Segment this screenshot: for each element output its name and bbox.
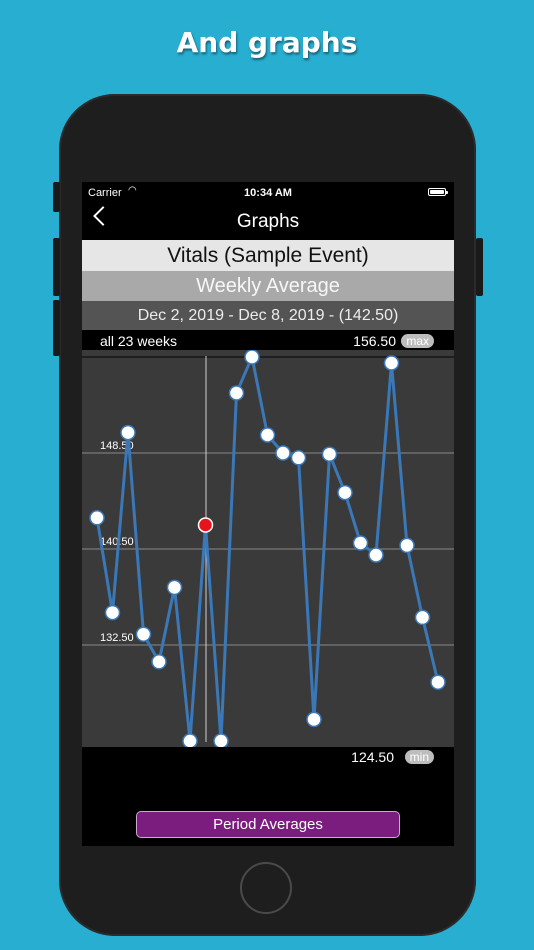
selected-range: Dec 2, 2019 - Dec 8, 2019 - (142.50) bbox=[82, 301, 454, 330]
data-point[interactable] bbox=[120, 424, 136, 441]
volume-up-button bbox=[53, 238, 60, 296]
data-point[interactable] bbox=[213, 733, 229, 747]
data-point[interactable] bbox=[166, 579, 183, 596]
data-point[interactable] bbox=[414, 609, 431, 626]
data-point[interactable] bbox=[368, 547, 384, 563]
status-bar: Carrier ◠ 10:34 AM bbox=[82, 182, 454, 202]
range-label: all 23 weeks bbox=[100, 333, 178, 349]
mode-label: Weekly Average bbox=[82, 271, 454, 301]
volume-down-button bbox=[53, 300, 60, 356]
data-point[interactable] bbox=[151, 654, 167, 670]
battery-icon bbox=[428, 188, 448, 196]
data-point[interactable] bbox=[430, 674, 446, 690]
phone-screen: Carrier ◠ 10:34 AM Graphs Vitals (Sample… bbox=[82, 182, 454, 846]
status-time: 10:34 AM bbox=[244, 187, 292, 199]
data-point[interactable] bbox=[352, 535, 369, 551]
navigation-bar: Graphs bbox=[82, 202, 454, 240]
data-point[interactable] bbox=[104, 604, 121, 621]
data-point[interactable] bbox=[337, 484, 353, 501]
data-point[interactable] bbox=[182, 733, 198, 747]
power-button bbox=[476, 238, 483, 296]
period-averages-button[interactable]: Period Averages bbox=[136, 811, 400, 838]
graph-footer: 124.50 min bbox=[82, 747, 454, 767]
max-line bbox=[82, 356, 454, 358]
data-point[interactable] bbox=[306, 711, 322, 728]
mute-switch bbox=[53, 182, 60, 212]
data-point[interactable] bbox=[228, 385, 245, 401]
y-tick-label: 132.50 bbox=[100, 632, 134, 644]
data-point[interactable] bbox=[244, 350, 260, 365]
data-point[interactable] bbox=[290, 450, 307, 466]
data-point[interactable] bbox=[275, 445, 291, 461]
event-title: Vitals (Sample Event) bbox=[82, 240, 454, 271]
max-value: 156.50 bbox=[353, 333, 396, 349]
data-point[interactable] bbox=[321, 446, 338, 462]
max-badge: max bbox=[401, 334, 434, 348]
min-badge: min bbox=[404, 750, 434, 764]
graph-header: all 23 weeks 156.50 max bbox=[82, 330, 454, 350]
nav-title: Graphs bbox=[236, 211, 300, 232]
data-point[interactable] bbox=[89, 510, 105, 526]
min-value: 124.50 bbox=[351, 749, 394, 765]
home-button[interactable] bbox=[240, 862, 292, 914]
data-point[interactable] bbox=[259, 427, 276, 443]
headline: And graphs bbox=[176, 26, 358, 59]
selected-data-point[interactable] bbox=[197, 517, 214, 533]
data-point[interactable] bbox=[399, 537, 415, 554]
data-point[interactable] bbox=[383, 355, 400, 371]
data-point[interactable] bbox=[135, 626, 152, 642]
line-chart[interactable]: 148.50140.50132.50 bbox=[82, 350, 454, 747]
